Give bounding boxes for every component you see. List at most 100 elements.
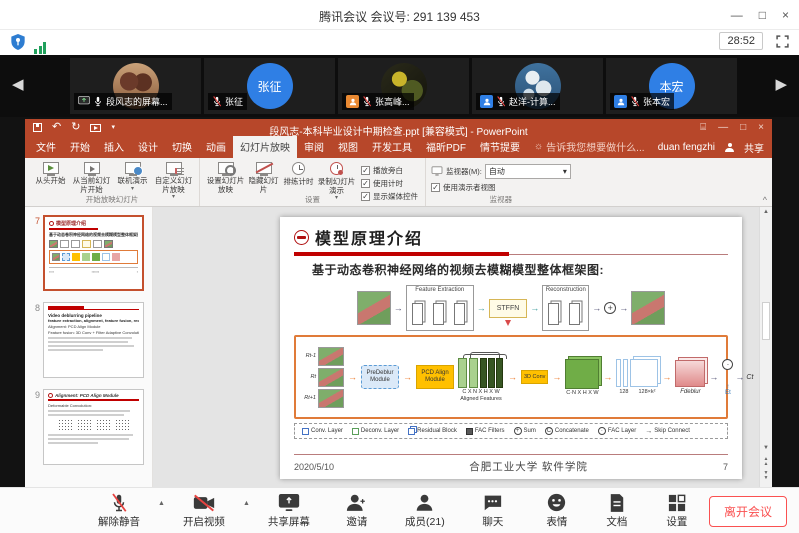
ribbon-options-icon[interactable]: ⌸	[700, 122, 706, 133]
slide-thumbnail-8[interactable]: Video deblurring pipeline feature extrac…	[43, 302, 144, 378]
invite-button[interactable]: 邀请	[326, 493, 388, 529]
tab-review[interactable]: 审阅	[297, 136, 331, 158]
share-screen-button[interactable]: 共享屏幕	[258, 493, 320, 529]
slide-number: 8	[30, 302, 40, 378]
tab-file[interactable]: 文件	[29, 136, 63, 158]
redo-icon[interactable]: ↻	[71, 122, 80, 133]
participant-name: 段风志的屏幕...	[106, 95, 168, 108]
checkbox-icon: ✓	[361, 179, 370, 188]
predeblur-module-box: PreDeblur Module	[361, 365, 399, 389]
slide-number: 7	[30, 215, 40, 291]
stffn-box: STFFN	[489, 299, 528, 318]
chat-button[interactable]: 聊天	[462, 493, 524, 529]
minimize-icon[interactable]: —	[731, 9, 743, 21]
tab-slideshow[interactable]: 幻灯片放映	[233, 136, 297, 158]
emoji-button[interactable]: 表情	[530, 493, 584, 529]
qat-customize-icon[interactable]: ▾	[111, 124, 115, 131]
participant-tile[interactable]: 段风志的屏幕...	[70, 58, 201, 114]
meeting-title: 腾讯会议 会议号: 291 139 453	[0, 8, 799, 25]
stffn-detail-diagram: Rt-1 Rt Rt+1 → PreDeblur Module → PCD Al…	[294, 335, 728, 419]
share-button[interactable]: 共享	[744, 140, 764, 155]
slide-thumbnail-7[interactable]: 模型原理介绍 基于动态卷积神经网络的视频去模糊模型整体框架图:	[43, 215, 144, 291]
group-label: 监视器	[426, 194, 576, 205]
participant-name: 张本宏	[643, 95, 670, 108]
reconstruction-box: Reconstruction	[542, 285, 589, 331]
from-current-slide-button[interactable]: 从当前幻灯片开始	[71, 160, 112, 194]
docs-button[interactable]: 文档	[590, 493, 644, 529]
tab-home[interactable]: 开始	[63, 136, 97, 158]
leave-meeting-button[interactable]: 离开会议	[709, 496, 787, 527]
tab-foxit-pdf[interactable]: 福昕PDF	[419, 136, 473, 158]
present-online-button[interactable]: 联机演示 ▾	[112, 160, 153, 193]
settings-button[interactable]: 设置	[650, 493, 704, 529]
scrollbar-thumb[interactable]	[762, 302, 770, 340]
host-person-icon	[346, 95, 359, 108]
slide-thumbnail-9[interactable]: Alignment: PCD Align Module Deformable C…	[43, 389, 144, 465]
ribbon-tab-bar: 文件 开始 插入 设计 切换 动画 幻灯片放映 审阅 视图 开发工具 福昕PDF…	[25, 139, 772, 158]
powerpoint-window: ↶ ↻ ▾ 段风志-本科毕业设计中期检查.ppt [兼容模式] - PowerP…	[25, 119, 772, 487]
monitor-dropdown[interactable]: 自动 ▾	[485, 164, 571, 179]
tab-developer[interactable]: 开发工具	[365, 136, 419, 158]
members-button[interactable]: 成员(21)	[394, 493, 456, 529]
maximize-icon[interactable]: □	[759, 9, 766, 21]
tell-me-box[interactable]: ☼ 告诉我您想要做什么...	[527, 136, 652, 158]
security-shield-icon[interactable]	[10, 33, 26, 56]
tab-transitions[interactable]: 切换	[165, 136, 199, 158]
scroll-up-icon[interactable]: ▲	[760, 209, 772, 215]
tab-insert[interactable]: 插入	[97, 136, 131, 158]
participant-tile[interactable]: 张高峰...	[338, 58, 469, 114]
share-screen-icon	[278, 493, 300, 513]
slide-7-canvas[interactable]: 模型原理介绍 基于动态卷积神经网络的视频去模糊模型整体框架图: → Featur…	[280, 217, 742, 479]
participant-tile[interactable]: 赵洋-计算...	[472, 58, 603, 114]
undo-icon[interactable]: ↶	[52, 122, 61, 133]
slideshow-icon[interactable]	[90, 124, 101, 132]
fac-filters-icon	[466, 428, 473, 435]
rehearse-timings-button[interactable]: 排练计时	[281, 160, 316, 187]
participant-tile[interactable]: 张征 张征	[204, 58, 335, 114]
participant-name: 张高峰...	[375, 95, 410, 108]
tab-animations[interactable]: 动画	[199, 136, 233, 158]
hide-slide-button[interactable]: 隐藏幻灯片	[246, 160, 281, 194]
video-options-toggle[interactable]: ▲	[243, 500, 250, 507]
fac-layer-legend-icon: ·	[598, 427, 606, 435]
person-badge-icon	[614, 95, 627, 108]
participant-tile[interactable]: 本宏 张本宏	[606, 58, 737, 114]
collapse-ribbon-icon[interactable]: ^	[763, 195, 767, 205]
aligned-features-blocks: C X N X H X W Aligned Features	[458, 352, 504, 402]
next-slide-icon[interactable]: ▼▼	[760, 471, 772, 481]
present-online-icon	[125, 162, 141, 174]
hide-slide-icon	[256, 162, 272, 174]
ribbon: 从头开始 从当前幻灯片开始 联机演示 ▾ 自定义幻灯片放映 ▾ 开始放映幻灯片	[25, 158, 772, 207]
scroll-right-icon[interactable]: ▶	[775, 75, 787, 93]
fullscreen-icon[interactable]	[776, 35, 789, 53]
setup-slideshow-button[interactable]: 设置幻灯片放映	[205, 160, 246, 194]
previous-slide-icon[interactable]: ▲▲	[760, 457, 772, 467]
start-video-button[interactable]: 开启视频	[173, 493, 235, 529]
scroll-down-icon[interactable]: ▼	[760, 445, 772, 451]
presenter-view-checkbox[interactable]: ✓使用演示者视图	[431, 182, 571, 193]
tab-view[interactable]: 视图	[331, 136, 365, 158]
close-icon[interactable]: ×	[782, 9, 789, 21]
sum-legend-icon: +	[514, 427, 522, 435]
vertical-scrollbar[interactable]: ▲ ▼ ▲▲ ▼▼	[759, 207, 772, 487]
sum-icon: +	[604, 302, 616, 314]
from-beginning-button[interactable]: 从头开始	[30, 160, 71, 186]
ppt-minimize-icon[interactable]: —	[718, 122, 728, 133]
mic-options-toggle[interactable]: ▲	[158, 500, 165, 507]
save-icon[interactable]	[33, 123, 42, 132]
ppt-restore-icon[interactable]: □	[740, 122, 746, 133]
tab-storyboard[interactable]: 情节提要	[473, 136, 527, 158]
use-timings-checkbox[interactable]: ✓使用计时	[361, 178, 418, 189]
tab-design[interactable]: 设计	[131, 136, 165, 158]
scroll-left-icon[interactable]: ◀	[12, 75, 24, 93]
ribbon-group-setup: 设置幻灯片放映 隐藏幻灯片 排练计时 录制幻灯片演示 ▾ ✓播放旁白	[200, 158, 426, 206]
mic-on-icon	[93, 96, 103, 107]
fused-feature-cube: C·N X H X W	[565, 359, 599, 396]
unmute-button[interactable]: 解除静音	[88, 493, 150, 529]
setup-slideshow-icon	[218, 162, 234, 174]
monitor-label: 监视器(M):	[446, 166, 482, 177]
ppt-close-icon[interactable]: ×	[758, 122, 764, 133]
footer-org: 合肥工业大学 软件学院	[334, 459, 723, 474]
play-narrations-checkbox[interactable]: ✓播放旁白	[361, 165, 418, 176]
slide-canvas-area[interactable]: 模型原理介绍 基于动态卷积神经网络的视频去模糊模型整体框架图: → Featur…	[153, 207, 759, 487]
